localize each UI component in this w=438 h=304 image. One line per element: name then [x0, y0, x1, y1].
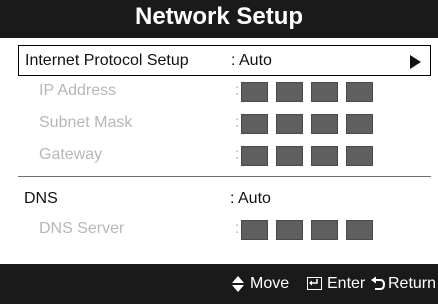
subnet-mask-row: Subnet Mask :	[6, 108, 432, 138]
submenu-arrow-icon	[410, 55, 421, 69]
gateway-octet-4	[346, 146, 373, 166]
settings-panel: Internet Protocol Setup : Auto IP Addres…	[6, 38, 432, 264]
ip-address-octet-3	[311, 82, 338, 102]
up-down-arrows-icon	[232, 276, 244, 292]
ip-address-row: IP Address :	[6, 76, 432, 106]
ip-address-octet-1	[241, 82, 268, 102]
dns-server-label: DNS Server	[39, 220, 125, 237]
subnet-mask-label: Subnet Mask	[39, 114, 133, 131]
dns-server-octet-4	[346, 220, 373, 240]
return-icon	[371, 276, 385, 290]
ip-address-colon: :	[235, 82, 240, 99]
internet-protocol-setup-row[interactable]: Internet Protocol Setup : Auto	[18, 45, 431, 76]
internet-protocol-setup-value: : Auto	[231, 52, 272, 69]
subnet-mask-octet-1	[241, 114, 268, 134]
gateway-octet-3	[311, 146, 338, 166]
enter-hint: Enter	[327, 275, 366, 292]
enter-icon	[307, 277, 322, 290]
dns-row[interactable]: DNS : Auto	[6, 184, 432, 214]
section-divider	[18, 176, 431, 177]
gateway-label: Gateway	[39, 146, 103, 163]
title-bar: Network Setup	[0, 0, 438, 38]
gateway-octet-1	[241, 146, 268, 166]
ip-address-label: IP Address	[39, 82, 117, 99]
dns-label: DNS	[24, 190, 58, 207]
subnet-mask-octet-4	[346, 114, 373, 134]
dns-server-octet-3	[311, 220, 338, 240]
dns-server-octet-2	[276, 220, 303, 240]
dns-value: : Auto	[230, 190, 271, 207]
gateway-colon: :	[235, 146, 240, 163]
subnet-mask-octet-3	[311, 114, 338, 134]
subnet-mask-octet-2	[276, 114, 303, 134]
dns-server-row: DNS Server :	[6, 214, 432, 244]
gateway-row: Gateway :	[6, 140, 432, 170]
window-title: Network Setup	[134, 3, 304, 30]
subnet-mask-colon: :	[235, 114, 240, 131]
dns-server-colon: :	[235, 220, 240, 237]
ip-address-octet-4	[346, 82, 373, 102]
network-setup-window: Network Setup Internet Protocol Setup : …	[0, 0, 438, 304]
move-hint: Move	[250, 275, 290, 292]
dns-server-octet-1	[241, 220, 268, 240]
key-guide-bar: Move Enter Return	[0, 264, 438, 304]
internet-protocol-setup-label: Internet Protocol Setup	[25, 52, 189, 69]
return-hint: Return	[388, 275, 437, 292]
enter-arrow-glyph	[309, 279, 318, 286]
ip-address-octet-2	[276, 82, 303, 102]
gateway-octet-2	[276, 146, 303, 166]
